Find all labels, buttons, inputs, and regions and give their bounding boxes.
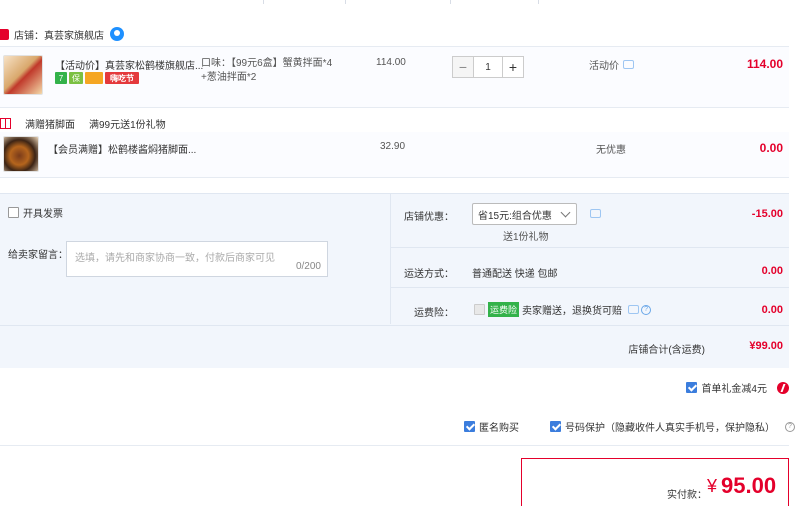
store-options: 店铺优惠： 省15元:组合优惠 送1份礼物 -15.00 运送方式： 普通配送 … — [391, 194, 789, 324]
order-item-row: 【活动价】真芸家松鹤楼旗舰店... 7 保 嗨吃节 口味：【99元6盒】蟹黄拌面… — [0, 46, 789, 108]
shipping-label: 运送方式： — [404, 269, 454, 280]
insurance-checkbox — [474, 304, 485, 315]
insurance-info: 运费险 卖家赠送，退换货可赔 ? — [474, 302, 652, 317]
product-tags: 7 保 嗨吃节 — [55, 72, 139, 84]
gift-label: 满赠猪脚面 — [25, 119, 75, 131]
decrease-quantity-button[interactable]: − — [452, 56, 474, 78]
anonymous-label: 匿名购买 — [479, 423, 519, 434]
store-total-row: 店铺合计(含运费) ¥99.00 — [0, 325, 789, 367]
gift-promo-label: 无优惠 — [596, 145, 626, 156]
anonymous-checkbox[interactable] — [464, 421, 475, 432]
gift-thumbnail[interactable] — [3, 136, 39, 172]
shipping-method: 普通配送 快递 包邮 — [472, 269, 558, 280]
shipping-amount: 0.00 — [761, 265, 783, 277]
discount-amount: -15.00 — [751, 208, 783, 220]
gift-unit-price: 32.90 — [380, 141, 406, 152]
memo-textarea[interactable]: 选填，请先和商家协商一致，付款后商家可见 0/200 — [66, 241, 328, 277]
discount-comment-icon[interactable] — [590, 209, 601, 218]
memo-placeholder: 选填，请先和商家协商一致，付款后商家可见 — [75, 253, 275, 264]
discount-label: 店铺优惠： — [404, 212, 454, 223]
buyer-options: 开具发票 给卖家留言： 选填，请先和商家协商一致，付款后商家可见 0/200 — [0, 194, 391, 324]
promo-comment-icon[interactable] — [623, 60, 634, 69]
gift-promo-row: 满赠猪脚面 满99元送1份礼物 — [0, 114, 180, 132]
first-order-label: 首单礼金减4元 — [701, 384, 767, 395]
discount-gift-note: 送1份礼物 — [503, 232, 549, 243]
insurance-help-icon[interactable]: ? — [641, 304, 652, 315]
item-total: 114.00 — [746, 57, 783, 71]
invoice-option[interactable]: 开具发票 — [8, 205, 63, 220]
anonymous-option[interactable]: 匿名购买 — [464, 419, 519, 434]
store-total-amount: ¥99.00 — [749, 340, 783, 352]
store-total-label: 店铺合计(含运费) — [628, 345, 705, 356]
product-thumbnail[interactable] — [3, 55, 43, 95]
payment-summary: 实付款： ¥ 95.00 — [521, 458, 789, 506]
phone-protection-info-icon[interactable]: ? — [785, 421, 795, 432]
insurance-badge: 运费险 — [488, 302, 520, 317]
product-sku: 口味：【99元6盒】蟹黄拌面*4 +葱油拌面*2 — [201, 57, 332, 85]
quantity-stepper[interactable]: − 1 + — [452, 56, 524, 78]
tag-card-icon — [85, 72, 103, 84]
shipping-row: 运送方式： 普通配送 快递 包邮 0.00 — [391, 248, 789, 288]
promo-label: 活动价 — [589, 61, 619, 72]
quantity-input[interactable]: 1 — [474, 56, 502, 78]
increase-quantity-button[interactable]: + — [502, 56, 524, 78]
product-title-link[interactable]: 【活动价】真芸家松鹤楼旗舰店... — [55, 57, 203, 72]
store-header: 店铺： 真芸家旗舰店 — [0, 24, 124, 44]
invoice-label: 开具发票 — [23, 209, 63, 220]
tag-seven-day-icon: 7 — [55, 72, 67, 84]
gift-desc: 满99元送1份礼物 — [89, 119, 166, 131]
section-divider — [0, 445, 789, 446]
currency-symbol: ¥ — [707, 476, 718, 496]
discount-select[interactable]: 省15元:组合优惠 — [472, 203, 577, 225]
top-divider-ticks — [0, 0, 807, 5]
memo-char-count: 0/200 — [295, 261, 321, 272]
promo-info: 活动价 — [589, 57, 634, 72]
gift-item-row: 【会员满赠】松鹤楼酱焖猪脚面... 32.90 无优惠 0.00 — [0, 132, 789, 178]
sku-line-2: +葱油拌面*2 — [201, 72, 257, 83]
store-icon — [0, 28, 9, 40]
chat-seller-icon[interactable] — [110, 27, 124, 41]
phone-protection-checkbox[interactable] — [550, 421, 561, 432]
first-order-discount[interactable]: 首单礼金减4元 — [686, 380, 789, 395]
store-name-link[interactable]: 真芸家旗舰店 — [44, 27, 104, 42]
payment-label: 实付款： — [667, 490, 707, 501]
insurance-label: 运费险： — [414, 308, 454, 319]
insurance-comment-icon[interactable] — [628, 305, 640, 314]
invoice-checkbox[interactable] — [8, 207, 19, 218]
store-discount-row: 店铺优惠： 省15元:组合优惠 送1份礼物 -15.00 — [391, 194, 789, 248]
insurance-text: 卖家赠送，退换货可赔 — [522, 306, 623, 317]
store-label: 店铺： — [14, 30, 44, 42]
memo-label: 给卖家留言： — [8, 250, 68, 261]
phone-protection-label: 号码保护（隐藏收件人真实手机号，保护隐私） — [565, 423, 775, 434]
payment-amount: 95.00 — [721, 473, 777, 498]
tag-guarantee-icon: 保 — [69, 72, 83, 84]
first-order-checkbox[interactable] — [686, 382, 698, 393]
festival-badge: 嗨吃节 — [105, 72, 139, 84]
gift-icon — [0, 117, 11, 129]
insurance-amount: 0.00 — [761, 304, 783, 316]
gift-title-link[interactable]: 【会员满赠】松鹤楼酱焖猪脚面... — [48, 141, 196, 156]
sku-line-1: 口味：【99元6盒】蟹黄拌面*4 — [201, 58, 333, 69]
gift-total: 0.00 — [759, 141, 783, 155]
phone-protection-option[interactable]: 号码保护（隐藏收件人真实手机号，保护隐私） ? — [550, 419, 795, 434]
insurance-row: 运费险： 运费险 卖家赠送，退换货可赔 ? 0.00 — [391, 288, 789, 324]
unit-price: 114.00 — [376, 57, 406, 68]
lightning-icon — [777, 381, 789, 394]
